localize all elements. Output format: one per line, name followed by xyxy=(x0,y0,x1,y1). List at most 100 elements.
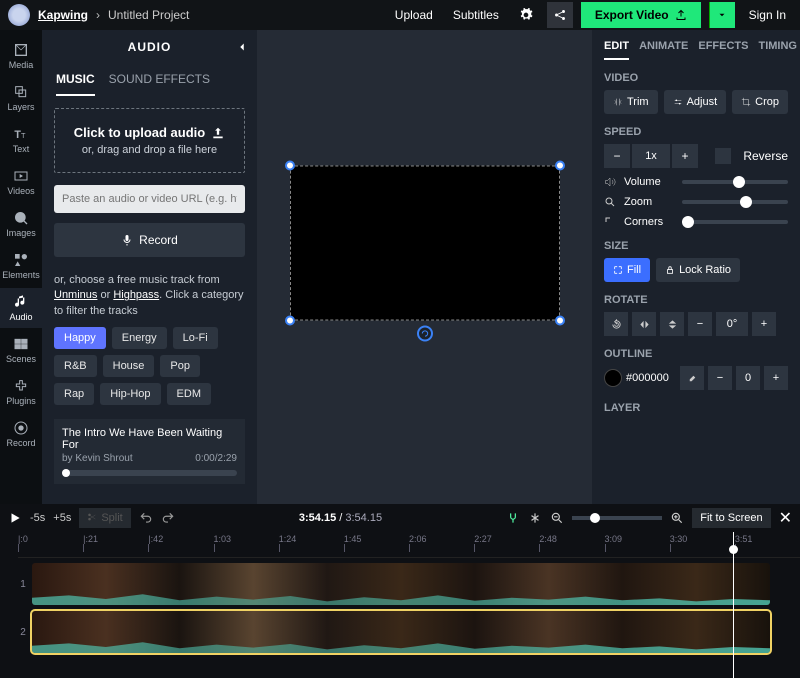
video-element[interactable] xyxy=(290,166,560,321)
resize-handle-tr[interactable] xyxy=(555,161,565,171)
rotate-increase[interactable]: + xyxy=(752,312,776,336)
genre-chip-hiphop[interactable]: Hip-Hop xyxy=(100,383,160,405)
forward-5s-button[interactable]: +5s xyxy=(53,512,71,524)
resize-handle-bl[interactable] xyxy=(285,316,295,326)
upload-link[interactable]: Upload xyxy=(389,8,439,22)
playhead[interactable] xyxy=(733,532,734,678)
snap-alt-toggle[interactable] xyxy=(528,511,542,525)
effects-tab[interactable]: EFFECTS xyxy=(698,40,748,60)
export-button[interactable]: Export Video xyxy=(581,2,701,28)
track-title: The Intro We Have Been Waiting For xyxy=(62,427,237,451)
track-number-2: 2 xyxy=(18,627,28,638)
fill-button[interactable]: Fill xyxy=(604,258,650,282)
svg-text:T: T xyxy=(14,129,21,141)
flip-v-button[interactable] xyxy=(660,312,684,336)
rotate-ccw-button[interactable] xyxy=(604,312,628,336)
speed-decrease[interactable]: − xyxy=(604,144,630,168)
timeline-zoom-slider[interactable] xyxy=(572,516,662,520)
project-title[interactable]: Untitled Project xyxy=(108,8,189,22)
undo-button[interactable] xyxy=(139,511,153,525)
fit-to-screen-button[interactable]: Fit to Screen xyxy=(692,508,770,528)
sound-effects-tab[interactable]: SOUND EFFECTS xyxy=(109,64,210,96)
outline-increase[interactable]: + xyxy=(764,366,788,390)
avatar[interactable] xyxy=(8,4,30,26)
speed-increase[interactable]: + xyxy=(672,144,698,168)
track-artist: by Kevin Shrout xyxy=(62,453,133,464)
music-tab[interactable]: MUSIC xyxy=(56,64,95,96)
sidenav-videos[interactable]: Videos xyxy=(0,162,42,202)
video-clip-2[interactable] xyxy=(32,611,770,653)
sidenav-record[interactable]: Record xyxy=(0,414,42,454)
chevron-right-icon: › xyxy=(96,8,100,22)
genre-chip-happy[interactable]: Happy xyxy=(54,327,106,349)
subtitles-link[interactable]: Subtitles xyxy=(447,8,505,22)
genre-chip-pop[interactable]: Pop xyxy=(160,355,200,377)
genre-chip-lofi[interactable]: Lo-Fi xyxy=(173,327,218,349)
back-5s-button[interactable]: -5s xyxy=(30,512,45,524)
settings-icon[interactable] xyxy=(513,2,539,28)
zoom-out-button[interactable] xyxy=(550,511,564,525)
zoom-slider[interactable] xyxy=(682,200,788,204)
brand-link[interactable]: Kapwing xyxy=(38,8,88,22)
sign-in-link[interactable]: Sign In xyxy=(743,8,792,22)
genre-chip-rap[interactable]: Rap xyxy=(54,383,94,405)
outline-section-label: OUTLINE xyxy=(604,348,788,360)
mic-icon xyxy=(121,234,133,246)
trim-button[interactable]: Trim xyxy=(604,90,658,114)
resize-handle-br[interactable] xyxy=(555,316,565,326)
zoom-in-button[interactable] xyxy=(670,511,684,525)
canvas-area[interactable] xyxy=(257,30,592,504)
edit-tab[interactable]: EDIT xyxy=(604,40,629,60)
timeline-ruler[interactable]: |:0 |:21 |:42 1:03 1:24 1:45 2:06 2:27 2… xyxy=(18,532,800,558)
rotate-decrease[interactable]: − xyxy=(688,312,712,336)
play-button[interactable] xyxy=(8,511,22,525)
export-dropdown[interactable] xyxy=(709,2,735,28)
sidenav-images[interactable]: Images xyxy=(0,204,42,244)
size-section-label: SIZE xyxy=(604,240,788,252)
genre-chip-energy[interactable]: Energy xyxy=(112,327,167,349)
upload-icon xyxy=(211,126,225,140)
sidenav-text[interactable]: TTText xyxy=(0,120,42,160)
highpass-link[interactable]: Highpass xyxy=(113,289,159,301)
snap-toggle[interactable] xyxy=(506,511,520,525)
timing-tab[interactable]: TIMING xyxy=(758,40,797,60)
animate-tab[interactable]: ANIMATE xyxy=(639,40,688,60)
share-icon[interactable] xyxy=(547,2,573,28)
time-display: 3:54.15 / 3:54.15 xyxy=(299,512,382,524)
layer-section-label: LAYER xyxy=(604,402,788,414)
record-button[interactable]: Record xyxy=(54,223,245,257)
genre-chip-edm[interactable]: EDM xyxy=(167,383,211,405)
sidenav-plugins[interactable]: Plugins xyxy=(0,372,42,412)
flip-h-button[interactable] xyxy=(632,312,656,336)
split-button[interactable]: Split xyxy=(79,508,130,528)
resize-handle-tl[interactable] xyxy=(285,161,295,171)
outline-color-swatch[interactable] xyxy=(604,369,622,387)
close-timeline-button[interactable]: ✕ xyxy=(779,508,792,528)
sidenav-elements[interactable]: Elements xyxy=(0,246,42,286)
genre-chip-house[interactable]: House xyxy=(103,355,155,377)
lock-ratio-button[interactable]: Lock Ratio xyxy=(656,258,740,282)
sidenav-media[interactable]: Media xyxy=(0,36,42,76)
audio-url-input[interactable] xyxy=(54,185,245,213)
redo-button[interactable] xyxy=(161,511,175,525)
outline-color-value: #000000 xyxy=(626,372,676,384)
reverse-checkbox[interactable] xyxy=(715,148,731,164)
collapse-panel-icon[interactable] xyxy=(235,40,249,54)
sidenav-scenes[interactable]: Scenes xyxy=(0,330,42,370)
corners-slider[interactable] xyxy=(682,220,788,224)
unminus-link[interactable]: Unminus xyxy=(54,289,97,301)
genre-chip-rnb[interactable]: R&B xyxy=(54,355,97,377)
upload-audio-dropzone[interactable]: Click to upload audio or, drag and drop … xyxy=(54,108,245,173)
adjust-button[interactable]: Adjust xyxy=(664,90,727,114)
music-track-item[interactable]: The Intro We Have Been Waiting For by Ke… xyxy=(54,419,245,484)
svg-text:T: T xyxy=(21,131,26,140)
volume-slider[interactable] xyxy=(682,180,788,184)
rotate-handle[interactable] xyxy=(417,326,433,342)
eyedropper-button[interactable] xyxy=(680,366,704,390)
video-clip-1[interactable] xyxy=(32,563,770,605)
sidenav-audio[interactable]: Audio xyxy=(0,288,42,328)
sidenav-layers[interactable]: Layers xyxy=(0,78,42,118)
track-progress[interactable] xyxy=(62,470,237,476)
crop-button[interactable]: Crop xyxy=(732,90,788,114)
outline-decrease[interactable]: − xyxy=(708,366,732,390)
